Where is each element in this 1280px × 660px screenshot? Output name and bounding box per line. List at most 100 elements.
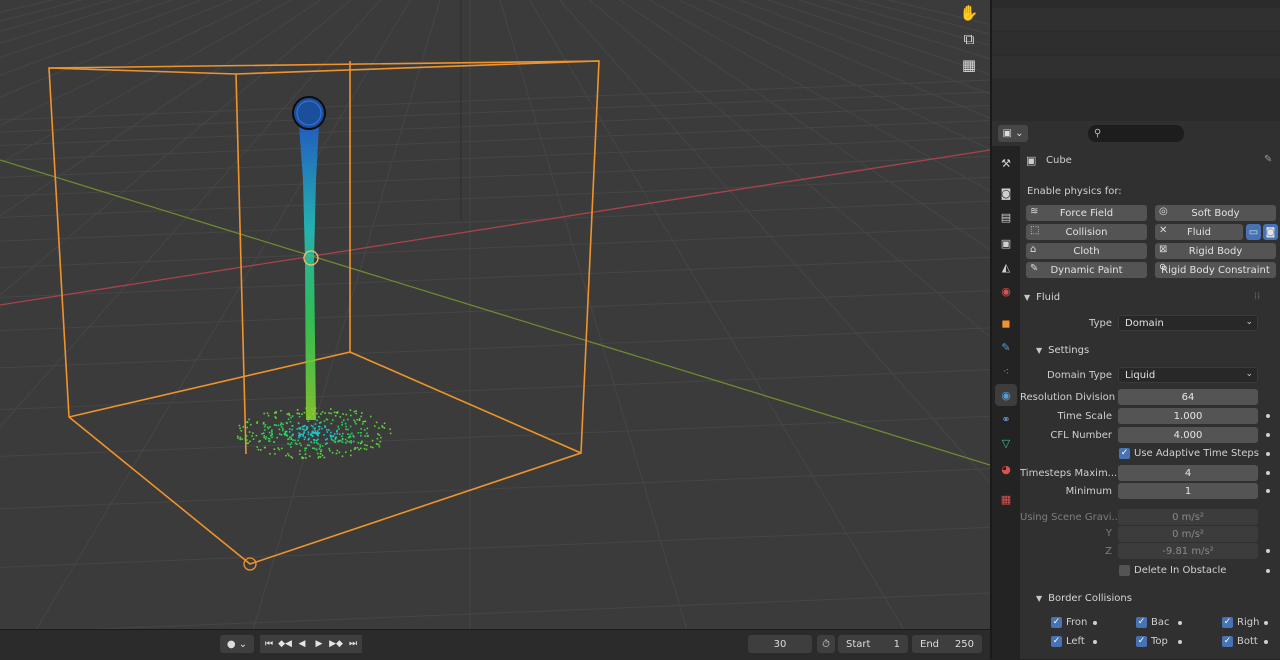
current-frame-field[interactable]: 30 bbox=[748, 635, 812, 653]
start-frame-field[interactable]: Start 1 bbox=[838, 635, 908, 653]
time-scale-field[interactable]: 1.000 bbox=[1118, 408, 1258, 424]
keyframe-dot-icon[interactable] bbox=[1264, 640, 1268, 644]
drag-handle-icon[interactable]: ⁞⁞ bbox=[1254, 291, 1260, 302]
soft-body-button[interactable]: ◎ Soft Body bbox=[1155, 205, 1276, 221]
viewport-scene[interactable] bbox=[0, 0, 990, 629]
keyframe-dot-icon[interactable] bbox=[1178, 640, 1182, 644]
particle bbox=[239, 427, 241, 430]
particle bbox=[353, 410, 356, 413]
adaptive-time-steps-checkbox[interactable]: ✓ bbox=[1119, 448, 1130, 459]
particle bbox=[316, 430, 319, 432]
particle bbox=[246, 426, 248, 429]
particle bbox=[365, 448, 368, 451]
resolution-field[interactable]: 64 bbox=[1118, 389, 1258, 405]
border-collisions-header[interactable]: ▼ Border Collisions bbox=[1036, 588, 1132, 608]
3d-viewport[interactable]: ✋ ⧉ ▦ bbox=[0, 0, 990, 629]
dynamic-paint-button[interactable]: ✎ Dynamic Paint bbox=[1026, 262, 1147, 278]
keyframe-dot-icon[interactable] bbox=[1266, 433, 1270, 437]
modifier-tab[interactable]: ✎ bbox=[995, 336, 1017, 358]
fluid-section-header[interactable]: ▼ Fluid bbox=[1024, 287, 1060, 307]
keyframe-dot-icon[interactable] bbox=[1266, 471, 1270, 475]
particle bbox=[308, 444, 311, 447]
rigid-body-constraint-button[interactable]: ⚲ Rigid Body Constraint bbox=[1155, 262, 1276, 278]
search-icon: ⚲ bbox=[1094, 128, 1102, 139]
hand-pan-icon[interactable]: ✋ bbox=[957, 2, 981, 24]
particle bbox=[274, 453, 276, 455]
particle bbox=[378, 427, 380, 429]
particle bbox=[311, 431, 314, 434]
view-layer-tab[interactable]: ▣ bbox=[995, 232, 1017, 254]
collision-button[interactable]: ⬚ Collision bbox=[1026, 224, 1147, 240]
soft-body-icon: ◎ bbox=[1159, 206, 1168, 217]
resolution-label: Resolution Division bbox=[1020, 392, 1116, 403]
viewport-display-icon[interactable]: ▭ bbox=[1246, 224, 1261, 240]
constraints-tab[interactable]: ⚭ bbox=[995, 408, 1017, 430]
particle bbox=[355, 412, 357, 415]
border-left-checkbox[interactable]: ✓ bbox=[1051, 636, 1062, 647]
keyframe-dot-icon[interactable] bbox=[1178, 621, 1182, 625]
jump-end-button[interactable]: ⏭ bbox=[344, 635, 362, 653]
keyframe-dot-icon[interactable] bbox=[1093, 621, 1097, 625]
particle bbox=[319, 444, 321, 446]
keyframe-dot-icon[interactable] bbox=[1266, 414, 1270, 418]
render-tab[interactable]: ◙ bbox=[995, 182, 1017, 204]
material-tab[interactable]: ◕ bbox=[995, 458, 1017, 480]
border-bac-checkbox[interactable]: ✓ bbox=[1136, 617, 1147, 628]
properties-search-input[interactable]: ⚲ bbox=[1088, 125, 1184, 142]
grid-line bbox=[0, 526, 990, 568]
border-righ-checkbox[interactable]: ✓ bbox=[1222, 617, 1233, 628]
particle bbox=[371, 446, 374, 449]
particle bbox=[352, 440, 355, 443]
minimum-field[interactable]: 1 bbox=[1118, 483, 1258, 499]
settings-section-header[interactable]: ▼ Settings bbox=[1036, 340, 1089, 360]
keyframe-dot-icon[interactable] bbox=[1266, 452, 1270, 456]
data-tab[interactable]: ▽ bbox=[995, 432, 1017, 454]
keyframe-dot-icon[interactable] bbox=[1266, 549, 1270, 553]
render-camera-icon[interactable]: ◙ bbox=[1263, 224, 1278, 240]
ortho-grid-icon[interactable]: ▦ bbox=[957, 54, 981, 76]
grid-line bbox=[0, 369, 990, 411]
cfl-number-field[interactable]: 4.000 bbox=[1118, 427, 1258, 443]
start-frame-label: Start bbox=[846, 638, 871, 650]
tool-tab[interactable]: ⚒ bbox=[995, 152, 1017, 174]
particle bbox=[298, 432, 300, 434]
border-fron-checkbox[interactable]: ✓ bbox=[1051, 617, 1062, 628]
keyframe-dot-icon[interactable] bbox=[1266, 569, 1270, 573]
end-frame-field[interactable]: End 250 bbox=[912, 635, 982, 653]
world-tab[interactable]: ◉ bbox=[995, 280, 1017, 302]
fluid-button[interactable]: ✕ Fluid bbox=[1155, 224, 1243, 240]
next-keyframe-button[interactable]: ▶◆ bbox=[327, 635, 345, 653]
domain-type-dropdown[interactable]: Liquid ⌄ bbox=[1118, 367, 1258, 383]
play-reverse-button[interactable]: ◀ bbox=[293, 635, 311, 653]
delete-in-obstacle-checkbox[interactable] bbox=[1119, 565, 1130, 576]
output-tab[interactable]: ▤ bbox=[995, 206, 1017, 228]
timesteps-max-field[interactable]: 4 bbox=[1118, 465, 1258, 481]
play-button[interactable]: ▶ bbox=[310, 635, 328, 653]
border-bott-checkbox[interactable]: ✓ bbox=[1222, 636, 1233, 647]
stopwatch-icon[interactable]: ⏱ bbox=[817, 635, 835, 653]
force-field-button[interactable]: ≋ Force Field bbox=[1026, 205, 1147, 221]
keyframe-dot-icon[interactable] bbox=[1266, 489, 1270, 493]
editor-type-button[interactable]: ▣ ⌄ bbox=[998, 125, 1028, 142]
fluid-type-dropdown[interactable]: Domain ⌄ bbox=[1118, 315, 1258, 331]
scene-tab[interactable]: ◭ bbox=[995, 256, 1017, 278]
keyframe-dot-icon[interactable] bbox=[1264, 621, 1268, 625]
rigid-body-button[interactable]: ⊠ Rigid Body bbox=[1155, 243, 1276, 259]
texture-tab[interactable]: ▦ bbox=[995, 488, 1017, 510]
border-top-checkbox[interactable]: ✓ bbox=[1136, 636, 1147, 647]
particle bbox=[304, 429, 307, 432]
cloth-button[interactable]: ⌂ Cloth bbox=[1026, 243, 1147, 259]
pin-icon[interactable]: ✎ bbox=[1264, 154, 1272, 165]
prev-keyframe-button[interactable]: ◆◀ bbox=[276, 635, 294, 653]
keyframe-dot-icon[interactable] bbox=[1093, 640, 1097, 644]
keyframe-record-button[interactable]: ● ⌄ bbox=[220, 635, 254, 653]
physics-tab[interactable]: ◉ bbox=[995, 384, 1017, 406]
particle bbox=[314, 430, 317, 432]
grid-line bbox=[0, 0, 262, 126]
world-icon: ◉ bbox=[1001, 284, 1011, 298]
particle bbox=[326, 438, 328, 440]
object-tab[interactable]: ◼ bbox=[995, 312, 1017, 334]
particle bbox=[256, 422, 258, 424]
particles-tab[interactable]: ⁖ bbox=[995, 360, 1017, 382]
camera-view-icon[interactable]: ⧉ bbox=[957, 28, 981, 50]
